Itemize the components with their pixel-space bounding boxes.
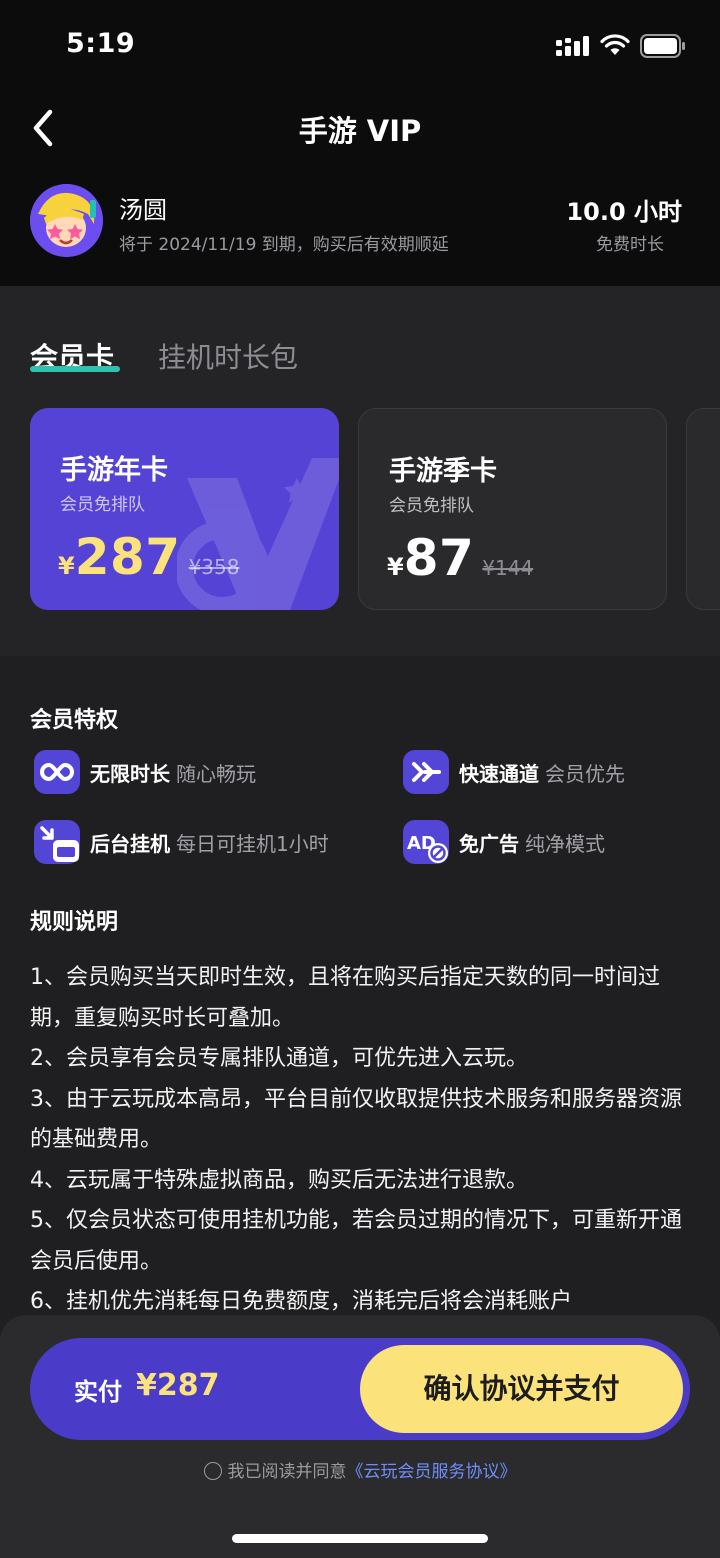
rule-line: 2、会员享有会员专属排队通道，可优先进入云玩。 xyxy=(30,1046,528,1071)
benefit-name: 无限时长 xyxy=(90,761,170,786)
plan-title: 手游季卡 xyxy=(389,456,497,487)
benefit-name: 免广告 xyxy=(459,831,519,856)
plan-title: 手游年卡 xyxy=(60,455,168,486)
benefit-desc: 随心畅玩 xyxy=(176,761,256,786)
agree-text: 我已阅读并同意 xyxy=(227,1462,347,1482)
tab-hang-time-pack[interactable]: 挂机时长包 xyxy=(158,336,298,376)
wifi-icon xyxy=(600,34,630,55)
benefit-item: AD 免广告 纯净模式 xyxy=(403,820,605,864)
plan-subtitle: 会员免排队 xyxy=(60,495,145,515)
price-value: 87 xyxy=(403,529,475,587)
confirm-pay-button[interactable]: 确认协议并支付 xyxy=(360,1345,683,1433)
benefit-desc: 每日可挂机1小时 xyxy=(176,831,329,856)
benefit-item: 后台挂机 每日可挂机1小时 xyxy=(34,820,329,864)
benefit-name: 后台挂机 xyxy=(90,831,170,856)
pay-label: 实付 xyxy=(74,1378,122,1406)
no-ads-icon: AD xyxy=(403,820,449,864)
free-hours-value: 10.0 小时 xyxy=(566,198,682,226)
avatar[interactable] xyxy=(30,184,103,257)
rule-line: 3、由于云玩成本高昂，平台目前仅收取提供技术服务和服务器资源的基础费用。 xyxy=(30,1086,682,1153)
fast-forward-icon xyxy=(403,750,449,794)
tab-active-indicator xyxy=(30,366,120,372)
currency-symbol: ¥ xyxy=(58,552,75,580)
benefits-title: 会员特权 xyxy=(30,708,119,733)
plan-price: ¥87 ¥144 xyxy=(387,529,533,587)
original-price: ¥358 xyxy=(188,555,240,579)
agree-checkbox[interactable] xyxy=(203,1462,222,1480)
plan-card-quarterly[interactable]: 手游季卡 会员免排队 ¥87 ¥144 xyxy=(358,408,667,610)
status-time: 5:19 xyxy=(66,28,136,59)
currency-symbol: ¥ xyxy=(387,553,404,581)
page-title: 手游 VIP xyxy=(298,114,422,148)
agreement-row: 我已阅读并同意《云玩会员服务协议》 xyxy=(0,1457,720,1482)
user-name: 汤圆 xyxy=(119,196,167,224)
plan-card-annual[interactable]: 手游年卡 会员免排队 ¥287 ¥358 xyxy=(30,408,339,610)
battery-icon xyxy=(640,34,685,58)
benefit-name: 快速通道 xyxy=(459,761,539,786)
benefit-desc: 会员优先 xyxy=(545,761,625,786)
benefit-desc: 纯净模式 xyxy=(525,831,605,856)
home-indicator xyxy=(232,1534,488,1543)
rule-line: 5、仅会员状态可使用挂机功能，若会员过期的情况下，可重新开通会员后使用。 xyxy=(30,1208,682,1274)
rule-line: 1、会员购买当天即时生效，且将在购买后指定天数的同一时间过期，重复购买时长可叠加… xyxy=(30,965,660,1031)
benefit-item: 无限时长 随心畅玩 xyxy=(34,750,256,794)
benefit-item: 快速通道 会员优先 xyxy=(403,750,625,794)
plan-card-partial[interactable] xyxy=(686,408,720,610)
original-price: ¥144 xyxy=(482,556,534,580)
rule-line: 4、云玩属于特殊虚拟商品，购买后无法进行退款。 xyxy=(30,1167,528,1193)
price-value: 287 xyxy=(74,528,181,586)
background-hang-icon xyxy=(34,820,80,864)
plan-subtitle: 会员免排队 xyxy=(389,496,474,516)
pay-amount: ¥287 xyxy=(136,1368,220,1403)
service-agreement-link[interactable]: 《云玩会员服务协议》 xyxy=(347,1462,517,1482)
free-hours-label: 免费时长 xyxy=(596,235,664,255)
membership-expire-text: 将于 2024/11/19 到期，购买后有效期顺延 xyxy=(119,235,449,255)
infinity-icon xyxy=(34,750,80,794)
plan-price: ¥287 ¥358 xyxy=(58,528,239,586)
rules-title: 规则说明 xyxy=(30,910,119,935)
rules-list: 1、会员购买当天即时生效，且将在购买后指定天数的同一时间过期，重复购买时长可叠加… xyxy=(30,958,690,1323)
avatar-image xyxy=(30,184,103,257)
cellular-signal-icon xyxy=(556,36,589,56)
